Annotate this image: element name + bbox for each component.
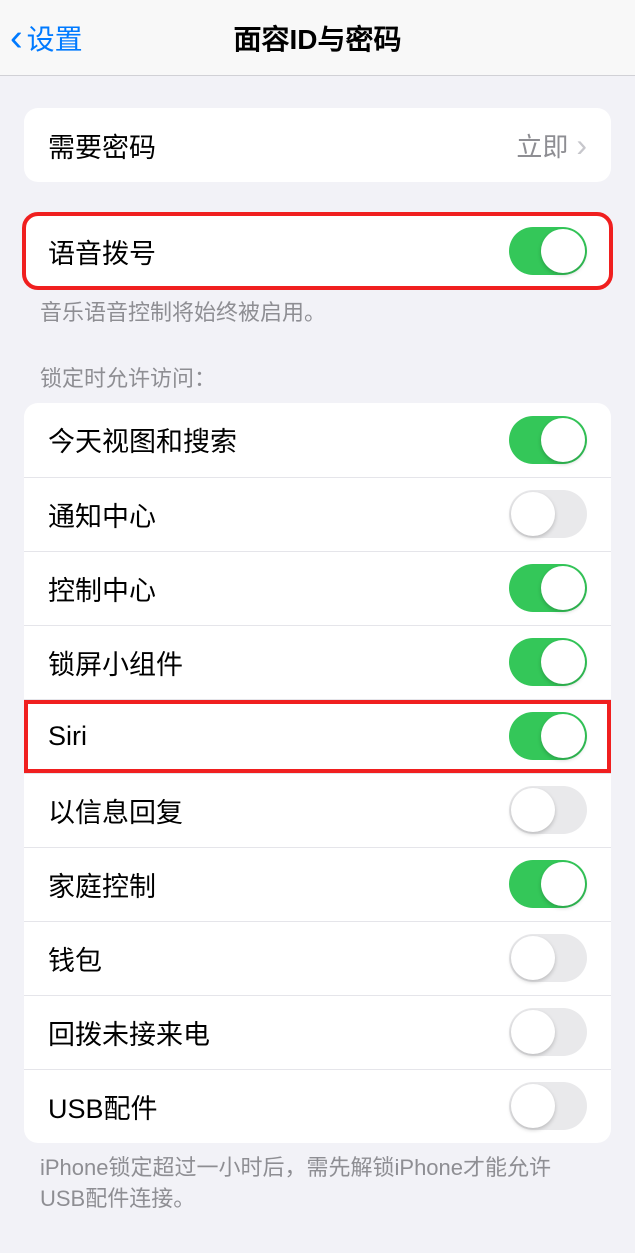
require-passcode-row[interactable]: 需要密码 立即 › <box>24 108 611 182</box>
voice-dial-toggle[interactable] <box>509 227 587 275</box>
locked-access-row: 锁屏小组件 <box>24 625 611 699</box>
toggle-knob <box>511 788 555 832</box>
toggle-knob <box>541 862 585 906</box>
toggle-knob <box>541 229 585 273</box>
voice-dial-card: 语音拨号 <box>24 214 611 288</box>
locked-access-item-label: 家庭控制 <box>48 865 156 904</box>
locked-access-item-toggle[interactable] <box>509 416 587 464</box>
toggle-knob <box>541 566 585 610</box>
voice-dial-label: 语音拨号 <box>48 232 156 271</box>
toggle-knob <box>541 640 585 684</box>
locked-access-item-toggle[interactable] <box>509 860 587 908</box>
locked-access-header: 锁定时允许访问： <box>0 361 635 403</box>
chevron-left-icon: ‹ <box>10 19 23 57</box>
back-label: 设置 <box>27 18 83 58</box>
locked-access-item-label: 以信息回复 <box>48 791 183 830</box>
locked-access-row: 通知中心 <box>24 477 611 551</box>
locked-access-item-toggle[interactable] <box>509 934 587 982</box>
require-passcode-card: 需要密码 立即 › <box>24 108 611 182</box>
toggle-knob <box>541 714 585 758</box>
locked-access-item-toggle[interactable] <box>509 712 587 760</box>
locked-access-item-toggle[interactable] <box>509 786 587 834</box>
require-passcode-label: 需要密码 <box>48 126 156 165</box>
locked-access-item-toggle[interactable] <box>509 1082 587 1130</box>
page-title: 面容ID与密码 <box>0 18 635 58</box>
locked-access-item-toggle[interactable] <box>509 564 587 612</box>
toggle-knob <box>541 418 585 462</box>
navigation-bar: ‹ 设置 面容ID与密码 <box>0 0 635 76</box>
locked-access-item-toggle[interactable] <box>509 1008 587 1056</box>
require-passcode-value-wrap: 立即 › <box>516 127 587 164</box>
locked-access-row: 控制中心 <box>24 551 611 625</box>
locked-access-item-label: USB配件 <box>48 1087 158 1126</box>
locked-access-row: USB配件 <box>24 1069 611 1143</box>
locked-access-row: 钱包 <box>24 921 611 995</box>
locked-access-footer: iPhone锁定超过一小时后，需先解锁iPhone才能允许USB配件连接。 <box>0 1143 635 1215</box>
content-area: 需要密码 立即 › 语音拨号 音乐语音控制将始终被启用。 锁定时允许访问： 今天… <box>0 108 635 1244</box>
locked-access-item-label: 控制中心 <box>48 569 156 608</box>
locked-access-item-label: 回拨未接来电 <box>48 1013 210 1052</box>
back-button[interactable]: ‹ 设置 <box>10 18 83 58</box>
voice-dial-footer: 音乐语音控制将始终被启用。 <box>0 288 635 329</box>
locked-access-row: 今天视图和搜索 <box>24 403 611 477</box>
voice-dial-row: 语音拨号 <box>24 214 611 288</box>
locked-access-item-toggle[interactable] <box>509 638 587 686</box>
locked-access-row: Siri <box>24 699 611 773</box>
toggle-knob <box>511 1010 555 1054</box>
locked-access-row: 回拨未接来电 <box>24 995 611 1069</box>
locked-access-item-label: 通知中心 <box>48 495 156 534</box>
require-passcode-value: 立即 <box>516 127 568 164</box>
locked-access-item-toggle[interactable] <box>509 490 587 538</box>
locked-access-card: 今天视图和搜索通知中心控制中心锁屏小组件 Siri 以信息回复家庭控制钱包回拨未接来… <box>24 403 611 1143</box>
locked-access-item-label: 锁屏小组件 <box>48 643 183 682</box>
locked-access-item-label: Siri <box>48 721 87 752</box>
locked-access-item-label: 钱包 <box>48 939 102 978</box>
toggle-knob <box>511 492 555 536</box>
toggle-knob <box>511 1084 555 1128</box>
chevron-right-icon: › <box>576 129 587 161</box>
locked-access-row: 家庭控制 <box>24 847 611 921</box>
locked-access-item-label: 今天视图和搜索 <box>48 420 237 459</box>
locked-access-row: 以信息回复 <box>24 773 611 847</box>
toggle-knob <box>511 936 555 980</box>
